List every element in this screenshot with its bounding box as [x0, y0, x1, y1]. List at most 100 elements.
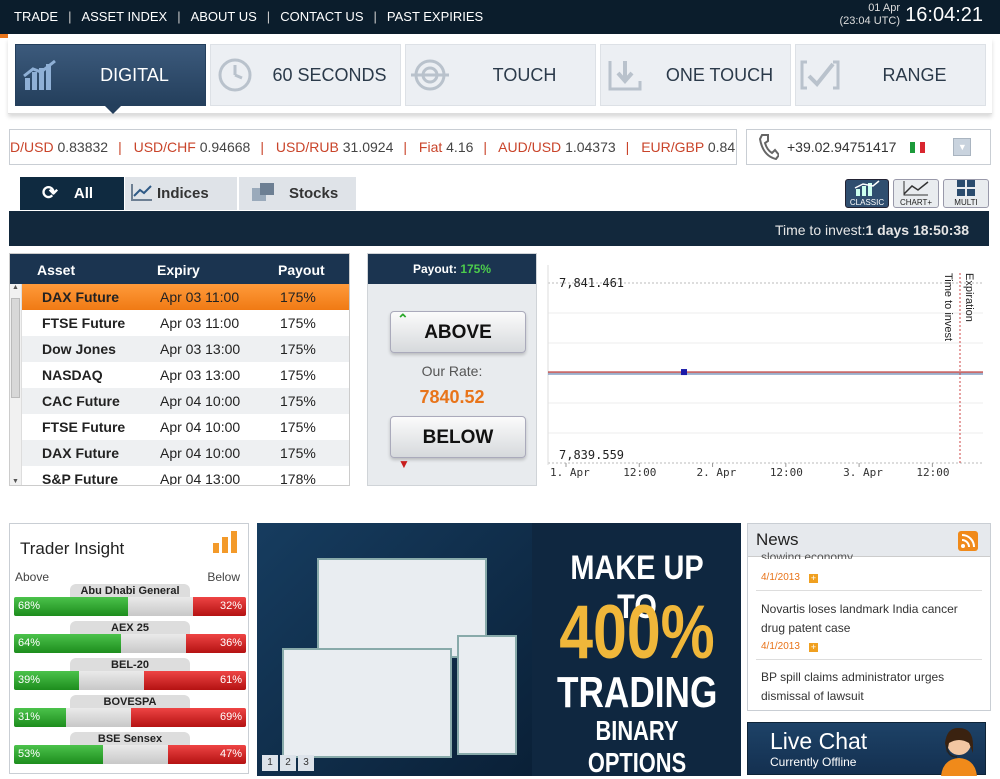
table-row[interactable]: S&P Future Apr 04 13:00 178%	[22, 466, 349, 486]
scroll-thumb[interactable]	[11, 298, 20, 398]
trade-type-tabs: DIGITAL 60 SECONDS TOUCH ONE TOUCH RANGE	[8, 38, 992, 114]
nav-contact-us[interactable]: CONTACT US	[280, 9, 363, 24]
nav-past-expiries[interactable]: PAST EXPIRIES	[387, 9, 483, 24]
banner-screens-image	[257, 523, 532, 776]
nav-trade[interactable]: TRADE	[14, 9, 58, 24]
header-asset[interactable]: Asset	[37, 262, 75, 278]
nav-asset-index[interactable]: ASSET INDEX	[81, 9, 167, 24]
table-row[interactable]: FTSE Future Apr 03 11:00 175%	[22, 310, 349, 336]
marker-expiration: Expiration	[963, 273, 975, 322]
page-2-button[interactable]: 2	[280, 755, 296, 771]
chart-icon	[854, 180, 880, 196]
ticker-pair[interactable]: USD/CHF	[134, 139, 196, 155]
classic-view-button[interactable]: CLASSIC	[845, 179, 889, 208]
page-3-button[interactable]: 3	[298, 755, 314, 771]
asset-expiry: Apr 04 10:00	[160, 393, 241, 409]
refresh-icon: ⟳	[42, 183, 58, 204]
tab-stocks[interactable]: Stocks	[239, 177, 356, 210]
news-divider	[756, 590, 982, 591]
country-dropdown-button[interactable]: ▼	[953, 138, 972, 156]
phone-icon	[757, 132, 781, 163]
ticker-pair[interactable]: USD/RUB	[276, 139, 339, 155]
above-label: Above	[15, 570, 50, 584]
below-percent: 69%	[219, 711, 242, 723]
header-expiry[interactable]: Expiry	[157, 262, 200, 278]
asset-name: CAC Future	[42, 393, 120, 409]
tab-one-touch[interactable]: ONE TOUCH	[600, 44, 791, 106]
tab-indices[interactable]: Indices	[125, 177, 237, 210]
multi-label: MULTI	[954, 198, 978, 207]
sentiment-bar[interactable]: 68% 32%	[14, 597, 246, 616]
news-headline[interactable]: BP spill claims administrator urges dism…	[761, 668, 961, 706]
trader-insight-panel: Trader Insight Above Below Abu Dhabi Gen…	[9, 523, 249, 774]
grid-icon	[957, 180, 975, 196]
table-row[interactable]: NASDAQ Apr 03 13:00 175%	[22, 362, 349, 388]
scroll-down-arrow[interactable]: ▼	[10, 478, 21, 485]
live-chat-button[interactable]: Live Chat Currently Offline	[747, 722, 986, 776]
below-percent: 36%	[219, 637, 242, 649]
ticker-separator: |	[483, 139, 488, 155]
scrollbar[interactable]: ▲ ▼	[10, 284, 22, 485]
table-row[interactable]: FTSE Future Apr 04 10:00 175%	[22, 414, 349, 440]
price-chart[interactable]: 7,841.461 7,839.559 Time to invest Expir…	[545, 253, 991, 493]
rss-icon[interactable]	[958, 531, 978, 551]
table-row[interactable]: Dow Jones Apr 03 13:00 175%	[22, 336, 349, 362]
x-tick-label: 12:00	[623, 466, 657, 479]
tab-label: TOUCH	[492, 64, 557, 85]
date-text: 01 Apr	[868, 2, 900, 14]
plus-icon[interactable]: +	[809, 643, 818, 652]
header-payout[interactable]: Payout	[278, 262, 325, 278]
sentiment-bar[interactable]: 31% 69%	[14, 708, 246, 727]
rate-label: Our Rate:	[421, 363, 483, 379]
tab-indices-label: Indices	[157, 185, 209, 202]
tab-digital[interactable]: DIGITAL	[15, 44, 206, 114]
chart-plus-button[interactable]: CHART+	[893, 179, 939, 208]
above-button[interactable]: ⌃ ABOVE	[390, 311, 526, 353]
ticker-pair[interactable]: Fiat	[419, 139, 442, 155]
table-row[interactable]: CAC Future Apr 04 10:00 175%	[22, 388, 349, 414]
tab-range[interactable]: RANGE	[795, 44, 986, 106]
multi-view-button[interactable]: MULTI	[943, 179, 989, 208]
ticker-pair[interactable]: EUR/GBP	[641, 139, 704, 155]
insight-asset-name: AEX 25	[70, 621, 190, 635]
table-row[interactable]: DAX Future Apr 03 11:00 175%	[22, 284, 349, 310]
asset-table-header: Asset Expiry Payout	[10, 254, 349, 284]
sentiment-bar[interactable]: 64% 36%	[14, 634, 246, 653]
news-headline[interactable]: Novartis loses landmark India cancer dru…	[761, 600, 961, 638]
sentiment-bar[interactable]: 53% 47%	[14, 745, 246, 764]
tab-all[interactable]: ⟳ All	[20, 177, 124, 210]
asset-name: S&P Future	[42, 471, 118, 486]
ticker-separator: |	[625, 139, 630, 155]
phone-number[interactable]: +39.02.94751417	[787, 139, 896, 155]
time-to-invest-value: 1 days 18:50:38	[865, 222, 969, 238]
below-button[interactable]: BELOW ▼	[390, 416, 526, 471]
asset-expiry: Apr 04 13:00	[160, 471, 241, 486]
tab-touch[interactable]: TOUCH	[405, 44, 596, 106]
page-1-button[interactable]: 1	[262, 755, 278, 771]
ticker-pair[interactable]: D/USD	[10, 139, 54, 155]
live-chat-status: Currently Offline	[770, 755, 857, 769]
asset-payout: 175%	[280, 393, 316, 409]
table-row[interactable]: DAX Future Apr 04 10:00 175%	[22, 440, 349, 466]
plus-icon[interactable]: +	[809, 574, 818, 583]
news-date: 4/1/2013	[761, 641, 800, 652]
nav-separator: |	[373, 9, 377, 24]
banner-line4: BINARY OPTIONS	[587, 715, 687, 776]
scroll-up-arrow[interactable]: ▲	[10, 284, 21, 291]
promo-banner[interactable]: MAKE UP TO 400% TRADING BINARY OPTIONS 1…	[257, 523, 741, 776]
ticker-pair[interactable]: AUD/USD	[498, 139, 561, 155]
insight-asset-name: BOVESPA	[70, 695, 190, 709]
up-arrow-icon: ⌃	[397, 311, 409, 327]
news-divider	[756, 659, 982, 660]
line-chart-icon	[131, 183, 153, 205]
time-to-invest-bar: Time to invest:1 days 18:50:38	[9, 211, 989, 246]
marker-time-to-invest: Time to invest	[942, 273, 954, 342]
tab-60-seconds[interactable]: 60 SECONDS	[210, 44, 401, 106]
sentiment-bar[interactable]: 39% 61%	[14, 671, 246, 690]
news-partial-headline[interactable]: slowing economy	[761, 551, 853, 559]
below-percent: 61%	[219, 674, 242, 686]
asset-expiry: Apr 03 13:00	[160, 341, 241, 357]
asset-payout: 175%	[280, 289, 316, 305]
ticker-value: 0.84	[707, 139, 736, 155]
nav-about-us[interactable]: ABOUT US	[191, 9, 257, 24]
